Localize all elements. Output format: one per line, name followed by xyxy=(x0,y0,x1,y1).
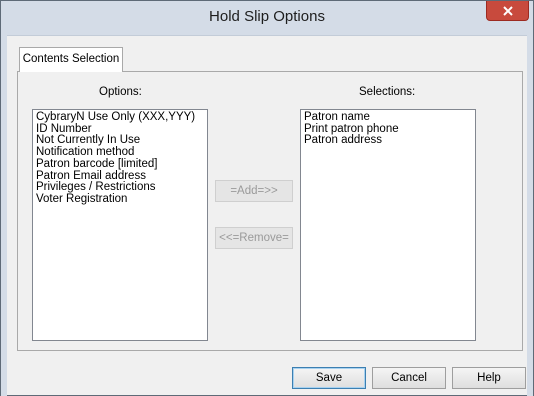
help-button[interactable]: Help xyxy=(452,367,526,389)
close-icon xyxy=(502,6,513,16)
save-button[interactable]: Save xyxy=(292,367,366,389)
list-item[interactable]: Patron barcode [limited] xyxy=(36,158,204,171)
cancel-button[interactable]: Cancel xyxy=(372,367,446,389)
close-button[interactable] xyxy=(486,1,529,21)
remove-button[interactable]: <<=Remove= xyxy=(215,227,293,249)
tab-contents-selection[interactable]: Contents Selection xyxy=(19,47,123,72)
list-item[interactable]: Voter Registration xyxy=(36,193,204,206)
selections-listbox[interactable]: Patron name Print patron phone Patron ad… xyxy=(300,109,476,341)
title-bar[interactable]: Hold Slip Options xyxy=(1,1,533,36)
window-frame-right xyxy=(527,35,533,396)
add-button[interactable]: =Add=>> xyxy=(215,180,293,202)
hold-slip-options-dialog: Hold Slip Options Contents Selection Opt… xyxy=(0,0,534,396)
options-listbox[interactable]: CybraryN Use Only (XXX,YYY) ID Number No… xyxy=(32,109,208,341)
list-item[interactable]: Patron address xyxy=(304,135,472,147)
tab-panel: Options: CybraryN Use Only (XXX,YYY) ID … xyxy=(17,71,523,351)
selections-label: Selections: xyxy=(359,86,416,98)
window-frame-left xyxy=(1,35,7,396)
list-item[interactable]: Patron name xyxy=(304,111,472,124)
list-item[interactable]: CybraryN Use Only (XXX,YYY) xyxy=(36,111,204,124)
options-label: Options: xyxy=(99,86,142,98)
dialog-title: Hold Slip Options xyxy=(209,8,325,25)
